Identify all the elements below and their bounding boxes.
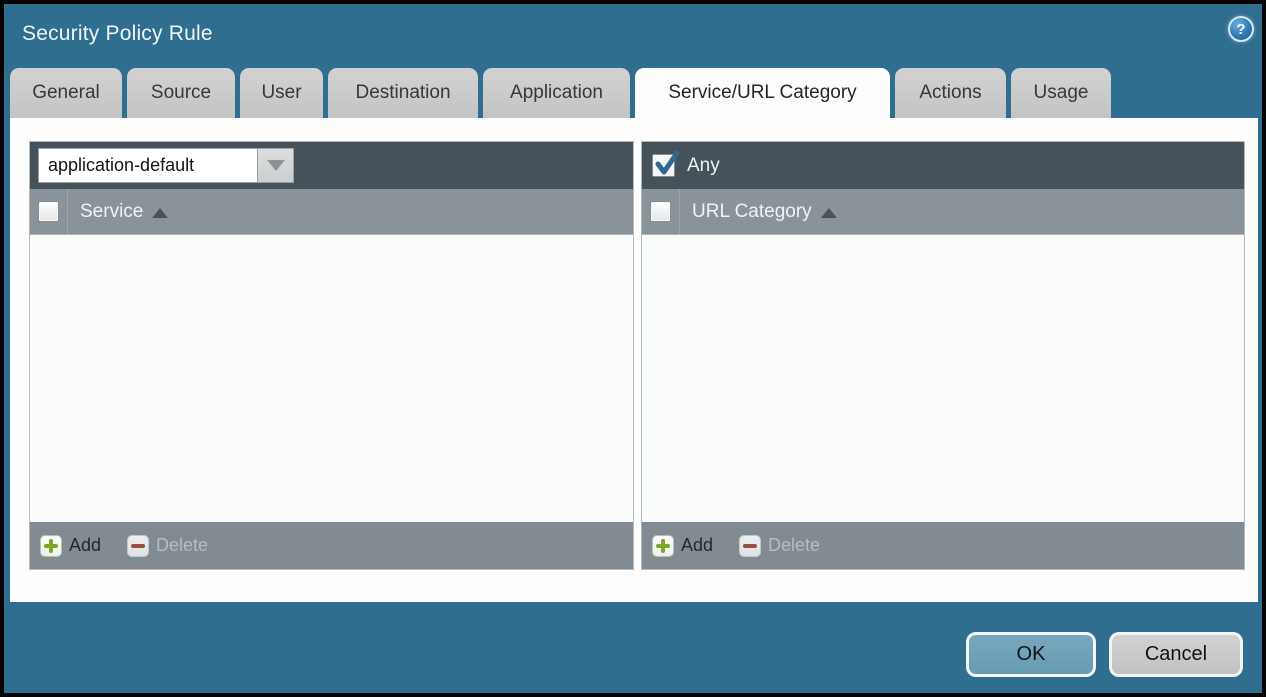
add-service-button[interactable]: Add [40,535,101,557]
service-list [30,235,633,522]
tab-source[interactable]: Source [127,68,235,118]
question-mark-glyph: ? [1236,21,1245,38]
url-category-panel: Any URL Category Add [641,141,1245,570]
tab-user[interactable]: User [240,68,323,118]
service-type-dropdown-value: application-default [38,148,257,183]
any-label: Any [687,155,720,177]
plus-icon [652,535,674,557]
url-category-column-label: URL Category [692,201,812,223]
tab-actions[interactable]: Actions [895,68,1006,118]
security-policy-rule-dialog: Security Policy Rule ? General Source Us… [4,4,1262,693]
service-type-dropdown[interactable]: application-default [38,148,294,183]
url-category-panel-footer: Add Delete [642,522,1244,569]
service-panel-footer: Add Delete [30,522,633,569]
tab-application[interactable]: Application [483,68,630,118]
tab-destination[interactable]: Destination [328,68,478,118]
tab-bar: General Source User Destination Applicat… [10,68,1111,118]
service-select-all-cell [30,189,68,234]
sort-ascending-icon[interactable] [152,208,168,218]
dropdown-arrow-button[interactable] [257,148,294,183]
tab-content-area: application-default Service [10,118,1258,602]
help-icon[interactable]: ? [1228,16,1254,42]
minus-icon [127,535,149,557]
delete-service-button[interactable]: Delete [127,535,208,557]
service-column-header: Service [30,189,633,235]
minus-icon [739,535,761,557]
service-panel: application-default Service [29,141,634,570]
delete-url-category-button[interactable]: Delete [739,535,820,557]
ok-button[interactable]: OK [966,632,1096,677]
cancel-button[interactable]: Cancel [1109,632,1243,677]
url-category-column-header: URL Category [642,189,1244,235]
add-url-category-button[interactable]: Add [652,535,713,557]
url-category-list [642,235,1244,522]
url-category-select-all-cell [642,189,680,234]
chevron-down-icon [267,160,285,171]
any-checkbox[interactable] [652,154,675,177]
sort-ascending-icon[interactable] [821,208,837,218]
tab-general[interactable]: General [10,68,122,118]
dialog-title: Security Policy Rule [22,22,213,46]
service-column-label: Service [80,201,143,223]
tab-service-url-category[interactable]: Service/URL Category [635,68,890,118]
check-icon [654,151,679,178]
select-all-url-categories-checkbox[interactable] [650,201,671,222]
screen-frame: Security Policy Rule ? General Source Us… [0,0,1266,697]
any-checkbox-row: Any [652,154,720,177]
tab-usage[interactable]: Usage [1011,68,1111,118]
plus-icon [40,535,62,557]
url-category-panel-header: Any [642,142,1244,189]
service-panel-header: application-default [30,142,633,189]
select-all-services-checkbox[interactable] [38,201,59,222]
